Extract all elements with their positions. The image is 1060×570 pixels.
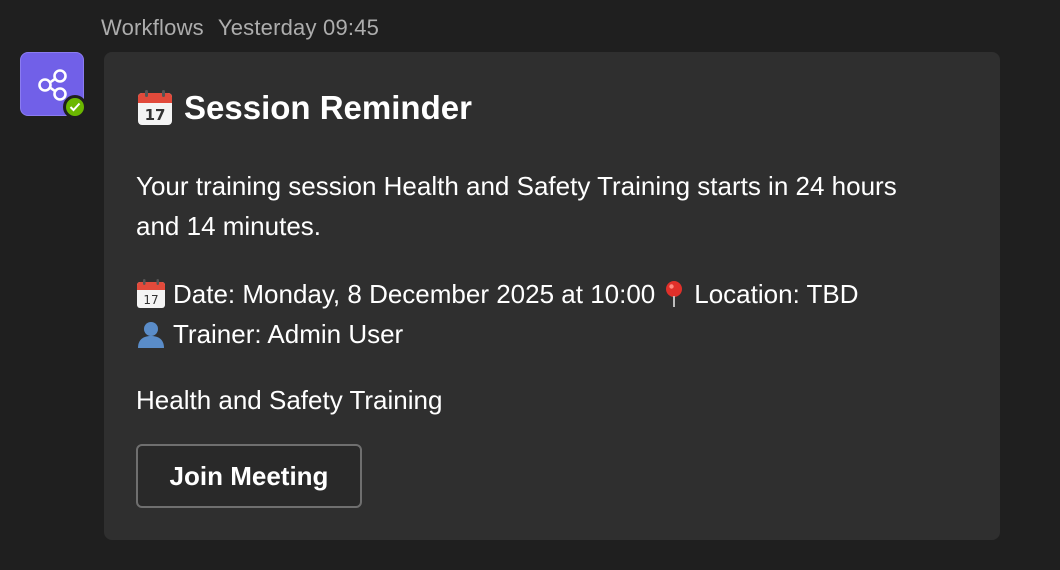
presence-available-badge: [63, 95, 87, 119]
user-icon: [138, 322, 164, 348]
message-timestamp: Yesterday 09:45: [217, 15, 380, 40]
date-location-line: 17 Date: Monday, 8 December 2025 at 10:0…: [136, 274, 976, 314]
avatar[interactable]: [20, 52, 87, 119]
card-title-text: Session Reminder: [184, 89, 472, 126]
pin-icon: [666, 281, 683, 307]
svg-text:17: 17: [145, 106, 166, 124]
calendar-icon: 17: [137, 279, 165, 308]
check-icon: [69, 102, 81, 112]
trainer-line: Trainer: Admin User: [136, 314, 976, 354]
sender-name[interactable]: Workflows: [101, 15, 204, 40]
session-date: Date: Monday, 8 December 2025 at 10:00: [173, 279, 656, 309]
session-details: 17 Date: Monday, 8 December 2025 at 10:0…: [136, 274, 976, 354]
calendar-icon: 17: [138, 90, 172, 125]
session-name: Health and Safety Training: [136, 385, 443, 415]
session-trainer: Trainer: Admin User: [173, 319, 404, 349]
session-location: Location: TBD: [694, 279, 859, 309]
join-meeting-button[interactable]: Join Meeting: [136, 444, 362, 508]
message-header: Workflows Yesterday 09:45: [101, 15, 379, 41]
reminder-message: Your training session Health and Safety …: [136, 171, 897, 241]
adaptive-card: 17 Session Reminder Your training sessio…: [104, 52, 1000, 540]
svg-text:17: 17: [143, 293, 158, 307]
card-title: 17 Session Reminder: [136, 89, 472, 127]
